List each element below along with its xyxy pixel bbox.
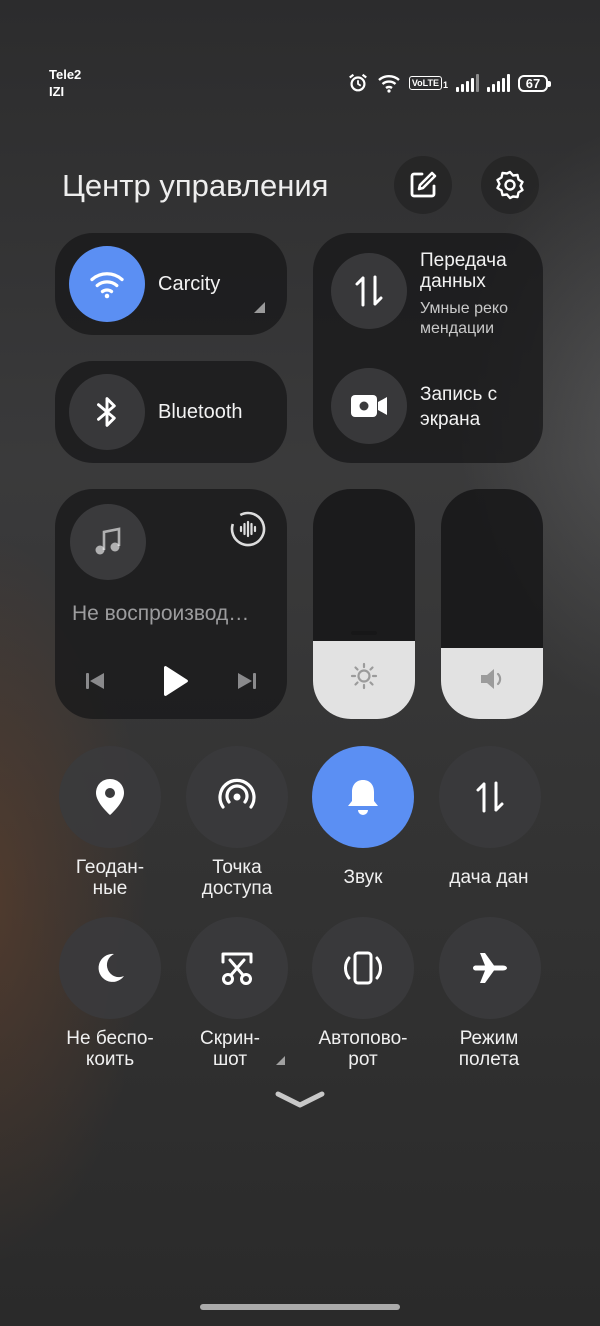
location-toggle[interactable] xyxy=(59,746,161,848)
next-icon xyxy=(238,673,256,689)
play-icon xyxy=(164,666,188,696)
rotate-phone-icon xyxy=(344,951,382,985)
data-transfer-title: Передача данных xyxy=(420,250,507,292)
bluetooth-tile[interactable]: Bluetooth xyxy=(55,361,287,463)
audio-output-button[interactable] xyxy=(229,510,267,548)
mobile-data-toggle[interactable] xyxy=(439,746,541,848)
audio-output-icon xyxy=(230,511,266,547)
media-player: Не воспроизвод… xyxy=(55,489,287,719)
chevron-down-icon xyxy=(275,1091,325,1108)
gear-icon xyxy=(496,170,524,200)
expand-corner-icon xyxy=(254,302,265,313)
play-button[interactable] xyxy=(157,664,191,698)
settings-button[interactable] xyxy=(481,156,539,214)
signal-icon xyxy=(456,74,479,92)
hotspot-toggle[interactable] xyxy=(186,746,288,848)
scissors-icon xyxy=(221,952,253,985)
wifi-icon xyxy=(378,75,400,93)
data-transfer-icon xyxy=(355,275,383,307)
sound-label: Звук xyxy=(343,867,383,888)
alarm-icon xyxy=(348,73,367,92)
music-note-icon xyxy=(95,527,121,555)
sound-toggle[interactable] xyxy=(312,746,414,848)
album-art xyxy=(70,504,146,580)
home-indicator[interactable] xyxy=(200,1304,400,1310)
data-transfer-item[interactable]: Передача данных Умные реко мендации xyxy=(313,233,543,348)
bluetooth-label: Bluetooth xyxy=(158,401,243,423)
page-title: Центр управления xyxy=(62,168,329,203)
data-transfer-toggle[interactable] xyxy=(331,253,407,329)
volte-icon: VoLTE 1 xyxy=(408,76,448,90)
moon-icon xyxy=(98,953,124,982)
carrier-2: IZI xyxy=(49,84,65,99)
airplane-label: Режим полета xyxy=(458,1028,520,1070)
bluetooth-toggle[interactable] xyxy=(69,374,145,450)
screen-record-toggle[interactable] xyxy=(331,368,407,444)
location-label: Геодан- ные xyxy=(75,857,145,899)
speaker-icon xyxy=(478,666,508,697)
sun-icon xyxy=(350,662,378,695)
media-status: Не воспроизвод… xyxy=(72,602,250,625)
volume-slider[interactable] xyxy=(441,489,543,719)
status-icons: VoLTE 1 67 xyxy=(347,72,551,94)
signal-icon xyxy=(487,74,510,92)
bluetooth-icon xyxy=(97,397,116,427)
mobile-data-label: дача дан xyxy=(449,867,529,888)
screenshot-toggle[interactable] xyxy=(186,917,288,1019)
hotspot-icon xyxy=(218,778,256,809)
carrier-1: Tele2 xyxy=(49,67,82,82)
location-pin-icon xyxy=(96,779,124,815)
battery-icon: 67 xyxy=(518,74,551,92)
dnd-toggle[interactable] xyxy=(59,917,161,1019)
collapse-button[interactable] xyxy=(274,1088,326,1110)
wifi-icon xyxy=(90,272,124,299)
video-camera-icon xyxy=(351,395,387,417)
edit-button[interactable] xyxy=(394,156,452,214)
expand-corner-icon xyxy=(276,1056,285,1065)
wifi-tile[interactable]: Carcity xyxy=(55,233,287,335)
autorotate-toggle[interactable] xyxy=(312,917,414,1019)
bell-icon xyxy=(348,780,378,815)
edit-icon xyxy=(410,171,437,198)
wifi-network-label: Carcity xyxy=(158,273,221,295)
airplane-icon xyxy=(473,953,507,983)
previous-icon xyxy=(86,673,104,689)
autorotate-label: Автопово- рот xyxy=(318,1028,408,1070)
brightness-slider[interactable] xyxy=(313,489,415,719)
data-record-tile: Передача данных Умные реко мендации Запи… xyxy=(313,233,543,463)
next-button[interactable] xyxy=(235,669,259,693)
dnd-label: Не беспо- коить xyxy=(66,1028,154,1070)
wifi-toggle[interactable] xyxy=(69,246,145,322)
carrier-info: Tele2 IZI xyxy=(49,66,81,100)
screen-record-title: Запись с экрана xyxy=(420,384,498,430)
data-transfer-icon xyxy=(476,781,504,813)
hotspot-label: Точка доступа xyxy=(201,857,273,899)
slider-handle xyxy=(351,631,377,635)
data-transfer-subtitle: Умные реко мендации xyxy=(420,300,508,337)
airplane-toggle[interactable] xyxy=(439,917,541,1019)
screen-record-item[interactable]: Запись с экрана xyxy=(313,348,543,463)
previous-button[interactable] xyxy=(83,669,107,693)
